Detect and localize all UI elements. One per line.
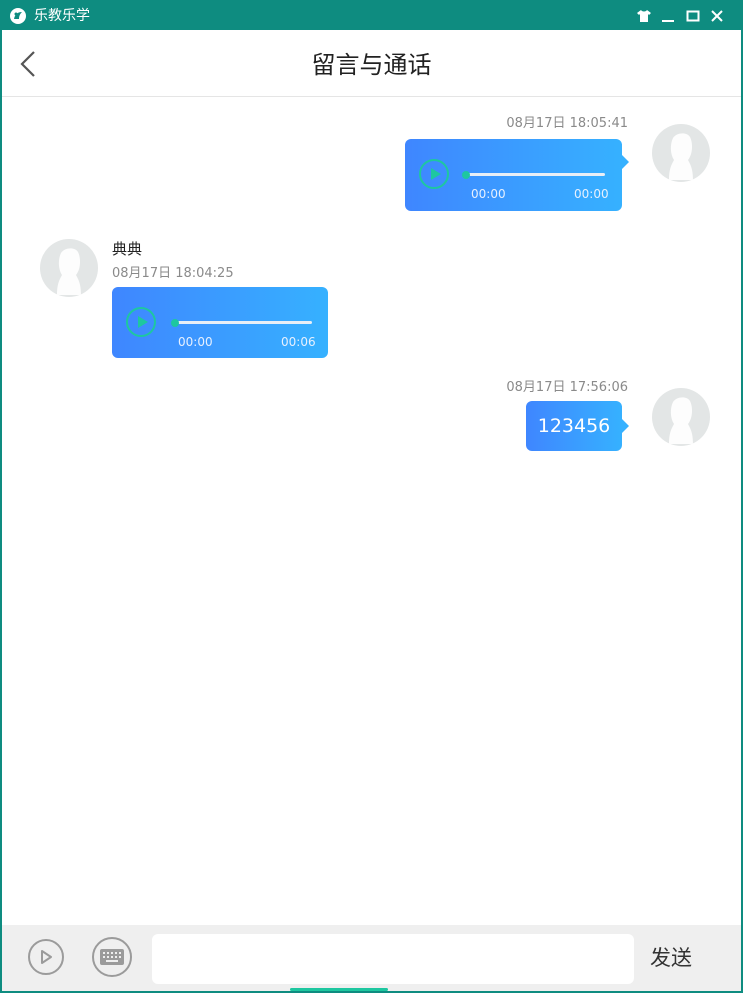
page-header: 留言与通话 — [2, 30, 741, 97]
voice-record-button[interactable] — [28, 939, 64, 975]
app-logo-icon — [10, 8, 26, 24]
sender-name: 典典 — [112, 240, 143, 258]
send-button[interactable]: 发送 — [650, 945, 692, 971]
play-circle-icon — [41, 950, 52, 964]
minimize-icon[interactable] — [658, 5, 678, 27]
maximize-icon[interactable] — [683, 5, 703, 27]
duration: 00:00 — [574, 187, 609, 201]
progress-handle[interactable] — [462, 171, 470, 179]
title-bar: 乐教乐学 — [2, 2, 741, 30]
voice-message-bubble[interactable]: 00:00 00:00 — [405, 139, 622, 211]
message-input[interactable] — [152, 934, 634, 984]
duration: 00:06 — [281, 335, 316, 349]
app-window: 乐教乐学 留言与通话 08月17日 18:05:41 00:00 00:00 典… — [0, 0, 743, 993]
message-timestamp: 08月17日 18:04:25 — [112, 266, 234, 281]
progress-track[interactable] — [466, 173, 605, 176]
progress-track[interactable] — [177, 321, 312, 324]
bubble-tail — [622, 155, 629, 169]
page-title: 留言与通话 — [311, 51, 432, 79]
input-bar: 发送 — [2, 925, 741, 991]
voice-message-bubble[interactable]: 00:00 00:06 — [112, 287, 328, 358]
app-title: 乐教乐学 — [34, 8, 90, 24]
bubble-tail — [622, 419, 629, 433]
message-timestamp: 08月17日 18:05:41 — [506, 116, 628, 131]
current-time: 00:00 — [178, 335, 213, 349]
message-timestamp: 08月17日 17:56:06 — [506, 380, 628, 395]
play-icon[interactable] — [126, 307, 156, 337]
text-message-bubble[interactable]: 123456 — [526, 401, 622, 451]
keyboard-icon — [100, 949, 124, 965]
avatar[interactable] — [652, 388, 710, 446]
keyboard-button[interactable] — [92, 937, 132, 977]
avatar[interactable] — [40, 239, 98, 297]
progress-handle[interactable] — [171, 319, 179, 327]
avatar[interactable] — [652, 124, 710, 182]
shirt-icon[interactable] — [634, 5, 654, 27]
play-icon[interactable] — [419, 159, 449, 189]
close-icon[interactable] — [707, 5, 727, 27]
current-time: 00:00 — [471, 187, 506, 201]
resize-handle[interactable] — [290, 988, 388, 991]
